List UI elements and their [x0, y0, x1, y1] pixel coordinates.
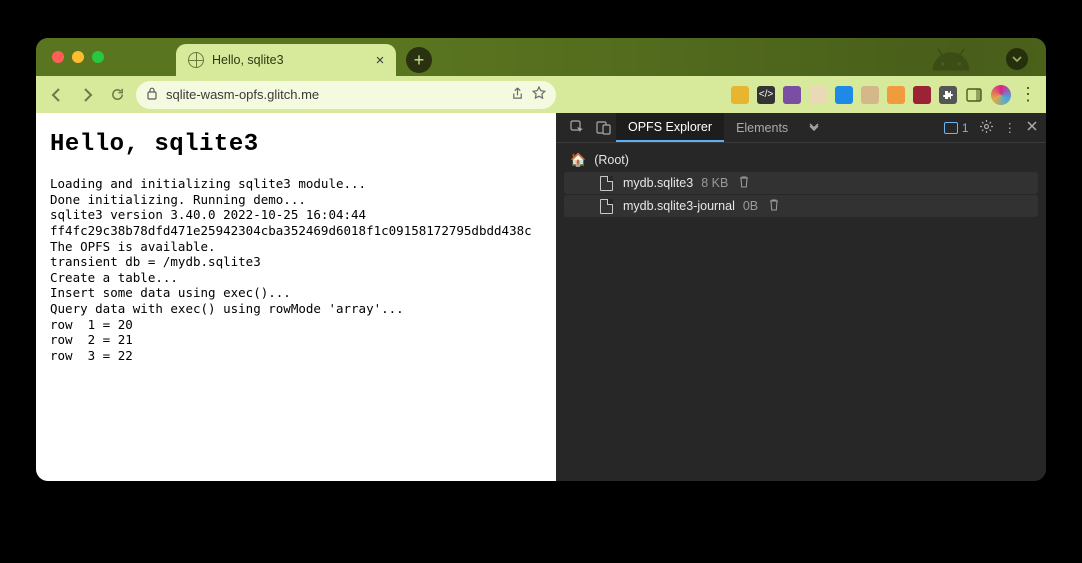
extensions-puzzle-icon[interactable] [939, 86, 957, 104]
back-button[interactable] [46, 84, 68, 106]
file-name: mydb.sqlite3-journal [623, 199, 735, 213]
tab-opfs-explorer[interactable]: OPFS Explorer [616, 113, 724, 142]
tab-strip: Hello, sqlite3 × + [36, 38, 1046, 76]
toolbar: sqlite-wasm-opfs.glitch.me </> [36, 76, 1046, 113]
file-name: mydb.sqlite3 [623, 176, 693, 190]
extension-icon[interactable] [835, 86, 853, 104]
new-tab-button[interactable]: + [406, 47, 432, 73]
share-icon[interactable] [511, 87, 524, 103]
file-icon [600, 199, 613, 214]
issues-badge[interactable]: 1 [944, 121, 969, 135]
browser-menu-button[interactable]: ⋮ [1019, 84, 1036, 105]
close-devtools-button[interactable] [1026, 120, 1038, 135]
profile-avatar[interactable] [991, 85, 1011, 105]
url-text: sqlite-wasm-opfs.glitch.me [166, 87, 503, 102]
file-size: 8 KB [701, 176, 728, 190]
tree-file-row[interactable]: mydb.sqlite3-journal 0B [564, 195, 1038, 217]
extension-icon[interactable] [913, 86, 931, 104]
devtools-tabs: OPFS Explorer Elements 1 ⋮ [556, 113, 1046, 143]
tab-title: Hello, sqlite3 [212, 53, 366, 67]
content-split: Hello, sqlite3 Loading and initializing … [36, 113, 1046, 481]
forward-button[interactable] [76, 84, 98, 106]
opfs-tree: 🏠 (Root) mydb.sqlite3 8 KBmydb.sqlite3-j… [556, 143, 1046, 224]
file-size: 0B [743, 199, 758, 213]
close-tab-button[interactable]: × [374, 54, 386, 66]
side-panel-icon[interactable] [965, 86, 983, 104]
window-controls [46, 38, 114, 76]
extension-icon[interactable] [731, 86, 749, 104]
tabs-overflow-button[interactable] [800, 113, 828, 142]
page-heading: Hello, sqlite3 [50, 131, 542, 158]
minimize-window-button[interactable] [72, 51, 84, 63]
extension-icon[interactable] [861, 86, 879, 104]
browser-tab[interactable]: Hello, sqlite3 × [176, 44, 396, 76]
device-toggle-icon[interactable] [590, 113, 616, 142]
address-bar[interactable]: sqlite-wasm-opfs.glitch.me [136, 81, 556, 109]
root-label: (Root) [594, 153, 629, 167]
home-icon: 🏠 [570, 152, 586, 168]
maximize-window-button[interactable] [92, 51, 104, 63]
chat-icon [944, 122, 958, 134]
globe-icon [188, 52, 204, 68]
extension-icon[interactable]: </> [757, 86, 775, 104]
tab-elements[interactable]: Elements [724, 113, 800, 142]
extensions-row: </> ⋮ [731, 84, 1036, 105]
tree-file-row[interactable]: mydb.sqlite3 8 KB [564, 172, 1038, 194]
file-icon [600, 176, 613, 191]
extension-icon[interactable] [887, 86, 905, 104]
inspect-icon[interactable] [564, 113, 590, 142]
close-window-button[interactable] [52, 51, 64, 63]
extension-icon[interactable] [809, 86, 827, 104]
browser-window: Hello, sqlite3 × + sqlite-wasm-opfs.glit… [36, 38, 1046, 481]
trash-icon[interactable] [768, 198, 780, 214]
issues-count: 1 [962, 121, 969, 135]
devtools-panel: OPFS Explorer Elements 1 ⋮ [556, 113, 1046, 481]
android-decoration [926, 44, 976, 72]
star-icon[interactable] [532, 86, 546, 103]
console-log: Loading and initializing sqlite3 module.… [50, 176, 542, 364]
window-menu-button[interactable] [1006, 48, 1028, 70]
page-content: Hello, sqlite3 Loading and initializing … [36, 113, 556, 481]
extension-icon[interactable] [783, 86, 801, 104]
lock-icon [146, 87, 158, 103]
trash-icon[interactable] [738, 175, 750, 191]
devtools-menu-button[interactable]: ⋮ [1004, 120, 1017, 135]
gear-icon[interactable] [979, 119, 994, 137]
tree-root[interactable]: 🏠 (Root) [564, 149, 1038, 171]
reload-button[interactable] [106, 84, 128, 106]
